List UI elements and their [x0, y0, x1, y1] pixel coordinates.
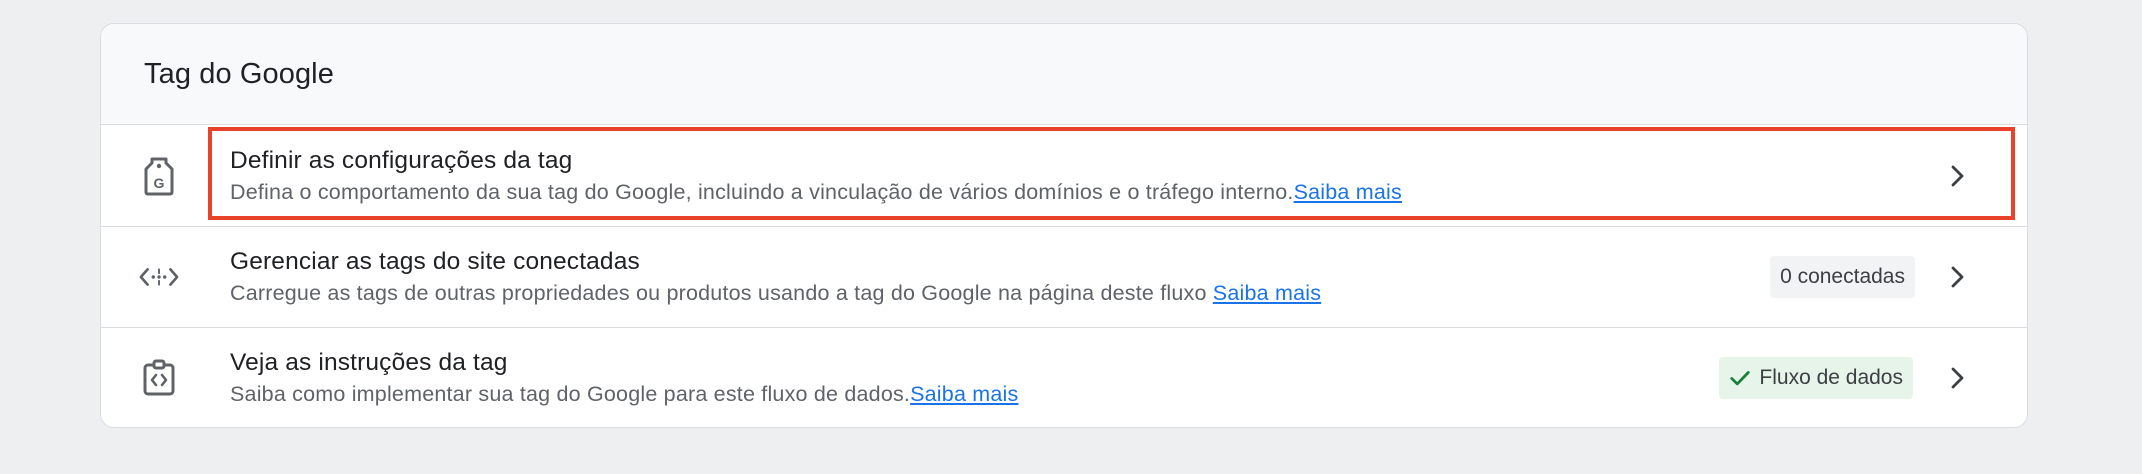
row-configure-tag-settings[interactable]: G Definir as configurações da tag Defina…	[101, 125, 2027, 226]
row-view-tag-instructions[interactable]: Veja as instruções da tag Saiba como imp…	[101, 327, 2027, 427]
badge-label: Fluxo de dados	[1759, 366, 1903, 389]
row-description: Carregue as tags de outras propriedades …	[230, 278, 1321, 308]
learn-more-link[interactable]: Saiba mais	[1213, 281, 1321, 305]
check-icon	[1730, 371, 1751, 386]
chevron-right-icon	[1951, 165, 1964, 186]
google-tag-card: Tag do Google G Definir as configurações…	[100, 23, 2028, 428]
row-description: Defina o comportamento da sua tag do Goo…	[230, 177, 1402, 207]
card-header: Tag do Google	[101, 24, 2027, 125]
code-arrows-icon	[139, 255, 179, 299]
chevron-right-icon	[1951, 266, 1964, 288]
learn-more-link[interactable]: Saiba mais	[1294, 180, 1402, 204]
row-manage-connected-site-tags[interactable]: Gerenciar as tags do site conectadas Car…	[101, 226, 2027, 327]
row-description-text: Defina o comportamento da sua tag do Goo…	[230, 179, 1294, 204]
card-title: Tag do Google	[144, 57, 334, 90]
connected-count-badge: 0 conectadas	[1770, 256, 1915, 298]
row-text: Definir as configurações da tag Defina o…	[230, 145, 1402, 207]
row-description-text: Saiba como implementar sua tag do Google…	[230, 382, 911, 406]
google-tag-icon: G	[139, 154, 179, 198]
code-clipboard-icon	[139, 356, 179, 400]
svg-text:G: G	[154, 175, 165, 191]
row-text: Gerenciar as tags do site conectadas Car…	[230, 246, 1321, 308]
row-description-text: Carregue as tags de outras propriedades …	[230, 281, 1213, 305]
row-description: Saiba como implementar sua tag do Google…	[230, 379, 1018, 409]
row-title: Veja as instruções da tag	[230, 349, 508, 376]
row-text: Veja as instruções da tag Saiba como imp…	[230, 347, 1018, 409]
learn-more-link[interactable]: Saiba mais	[910, 382, 1018, 406]
data-stream-badge: Fluxo de dados	[1719, 357, 1913, 399]
chevron-right-icon	[1951, 367, 1964, 389]
row-title: Gerenciar as tags do site conectadas	[230, 248, 640, 275]
row-title: Definir as configurações da tag	[230, 146, 573, 174]
